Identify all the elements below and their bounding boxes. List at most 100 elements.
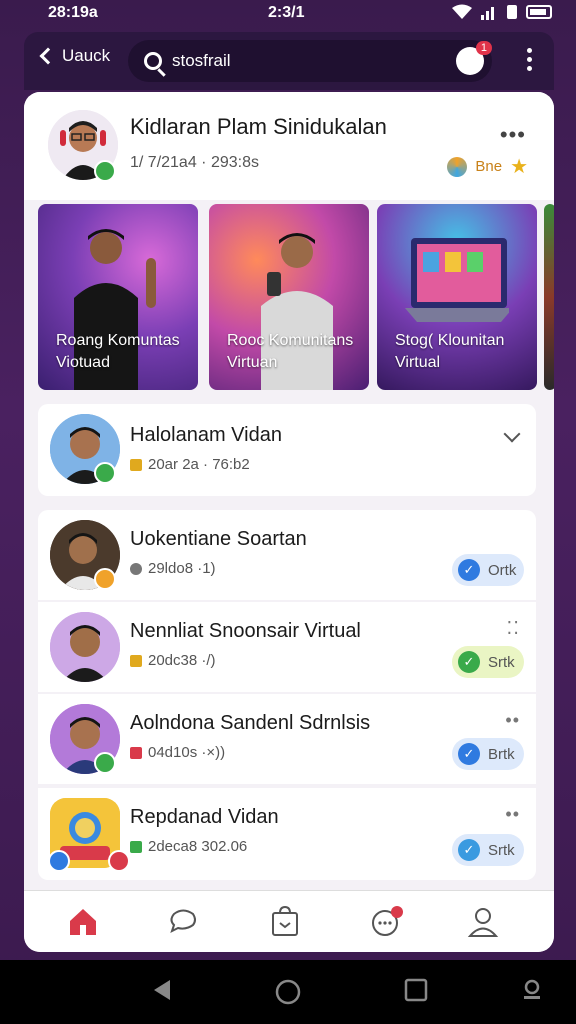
status-bar: 28:19a 2:3/1	[0, 0, 576, 28]
list-item[interactable]: Nennliat Snoonsair Virtual 20dc38 ·/) ⁚⁚…	[38, 602, 536, 692]
profile-more-button[interactable]: •••	[500, 122, 526, 148]
status-icons	[452, 4, 552, 20]
profile-meta: 1/ 7/21a4 · 293:8s	[130, 154, 259, 171]
check-icon: ✓	[458, 839, 480, 861]
list-item-meta-text: 2deca8 302.06	[148, 838, 248, 855]
red-badge-icon	[108, 850, 130, 872]
rating-chip[interactable]: Bne ★	[447, 154, 528, 179]
tag-icon	[130, 746, 142, 759]
status-pill-label: Srtk	[488, 841, 515, 859]
messages-icon[interactable]	[370, 905, 404, 939]
featured-item-title: Halolanam Vidan	[130, 424, 282, 446]
chevron-left-icon	[39, 47, 57, 65]
featured-item-meta-text: 20ar 2a · 76:b2	[148, 456, 250, 473]
list-item-meta-text: 04d10s ·×))	[148, 744, 226, 761]
sim-icon	[507, 5, 517, 19]
list-item-meta: 2deca8 302.06	[130, 838, 247, 855]
featured-item-meta: 20ar 2a · 76:b2	[130, 456, 250, 473]
bag-icon[interactable]	[268, 905, 302, 939]
list-item-title: Nennliat Snoonsair Virtual	[130, 620, 361, 642]
status-pill[interactable]: ✓ Brtk	[452, 738, 524, 770]
signal-icon	[481, 7, 494, 20]
verified-badge-icon	[94, 752, 116, 774]
status-pill[interactable]: ✓ Srtk	[452, 646, 524, 678]
dot-icon	[527, 57, 532, 62]
main-panel: Kidlaran Plam Sinidukalan 1/ 7/21a4 · 29…	[24, 92, 554, 952]
list-item[interactable]: Repdanad Vidan 2deca8 302.06 •• ✓ Srtk	[38, 788, 536, 880]
drag-handle-icon[interactable]: ••	[505, 710, 520, 731]
banner-card[interactable]: Roang Komuntas Viotuad	[38, 204, 198, 390]
check-icon: ✓	[458, 559, 480, 581]
swirl-icon	[447, 156, 468, 177]
search-input[interactable]: stosfrail 1	[128, 40, 492, 82]
status-time: 28:19a	[48, 4, 98, 21]
system-recents-icon[interactable]	[404, 978, 428, 1002]
search-icon	[144, 52, 162, 70]
home-icon[interactable]	[66, 905, 100, 939]
banner-carousel[interactable]: Roang Komuntas Viotuad Rooc Komunitans V…	[38, 204, 554, 392]
notification-badge: 1	[475, 41, 492, 55]
back-button[interactable]: Uauck	[39, 46, 111, 66]
list-item-meta-text: 29ldo8 ·1)	[148, 560, 216, 577]
check-icon: ✓	[458, 743, 480, 765]
item-avatar	[50, 612, 120, 682]
status-pill[interactable]: ✓ Srtk	[452, 834, 524, 866]
drag-handle-icon[interactable]: ••	[505, 804, 520, 825]
crown-icon	[130, 458, 142, 471]
star-icon: ★	[510, 156, 528, 178]
location-pin-icon	[130, 562, 142, 575]
folder-icon	[130, 654, 142, 667]
featured-item-card[interactable]: Halolanam Vidan 20ar 2a · 76:b2	[38, 404, 536, 496]
drag-handle-icon[interactable]: ⁚⁚	[507, 618, 520, 639]
banner-caption-line: Virtual	[395, 354, 441, 371]
list-item[interactable]: Uokentiane Soartan 29ldo8 ·1) ✓ Ortk	[38, 510, 536, 600]
person-avatar-image	[50, 612, 120, 682]
status-pill-label: Brtk	[488, 745, 515, 763]
banner-caption-line: Rooc Komunitans	[227, 332, 354, 349]
status-pill[interactable]: ✓ Ortk	[452, 554, 524, 586]
banner-caption-line: Viotuad	[56, 354, 110, 371]
chat-icon[interactable]	[166, 905, 200, 939]
tag-icon	[130, 840, 142, 853]
wifi-icon	[452, 4, 472, 19]
list-item-meta: 29ldo8 ·1)	[130, 560, 216, 577]
status-badge-icon	[94, 568, 116, 590]
banner-caption-line: Roang Komuntas	[56, 332, 180, 349]
dot-icon	[527, 48, 532, 53]
status-pill-label: Srtk	[488, 653, 515, 671]
list-item-meta-text: 20dc38 ·/)	[148, 652, 216, 669]
chat-bubble-icon[interactable]: 1	[456, 41, 492, 75]
back-label: Uauck	[62, 46, 111, 65]
bottom-nav	[24, 890, 554, 952]
dot-icon	[527, 66, 532, 71]
banner-card-partial[interactable]	[544, 204, 554, 390]
banner-caption: Rooc Komunitans Virtuan	[227, 330, 353, 374]
chevron-down-icon[interactable]	[503, 425, 521, 443]
banner-card[interactable]: Rooc Komunitans Virtuan	[209, 204, 369, 390]
list-item-meta: 04d10s ·×))	[130, 744, 225, 761]
system-back-icon[interactable]	[150, 978, 174, 1002]
verified-badge-icon	[94, 160, 116, 182]
banner-caption-line: Stog( Klounitan	[395, 332, 505, 349]
battery-icon	[526, 5, 552, 19]
list-item-meta: 20dc38 ·/)	[130, 652, 216, 669]
search-value: stosfrail	[172, 51, 231, 70]
more-options-button[interactable]	[527, 48, 532, 71]
blue-badge-icon	[48, 850, 70, 872]
banner-caption: Roang Komuntas Viotuad	[56, 330, 180, 374]
add-badge-icon	[94, 462, 116, 484]
list-item[interactable]: Aolndona Sandenl Sdrnlsis 04d10s ·×)) ••…	[38, 694, 536, 784]
profile-header[interactable]: Kidlaran Plam Sinidukalan 1/ 7/21a4 · 29…	[24, 92, 554, 200]
system-assistant-icon[interactable]	[520, 978, 544, 1002]
banner-caption: Stog( Klounitan Virtual	[395, 330, 504, 374]
system-home-icon[interactable]	[274, 978, 302, 1006]
profile-icon[interactable]	[466, 905, 500, 939]
chip-label: Bne	[475, 158, 503, 175]
status-pill-label: Ortk	[488, 561, 517, 579]
list-item-title: Aolndona Sandenl Sdrnlsis	[130, 712, 371, 734]
system-nav-bar	[0, 960, 576, 1024]
banner-caption-line: Virtuan	[227, 354, 278, 371]
check-icon: ✓	[458, 651, 480, 673]
list-item-title: Uokentiane Soartan	[130, 528, 307, 550]
banner-card[interactable]: Stog( Klounitan Virtual	[377, 204, 537, 390]
